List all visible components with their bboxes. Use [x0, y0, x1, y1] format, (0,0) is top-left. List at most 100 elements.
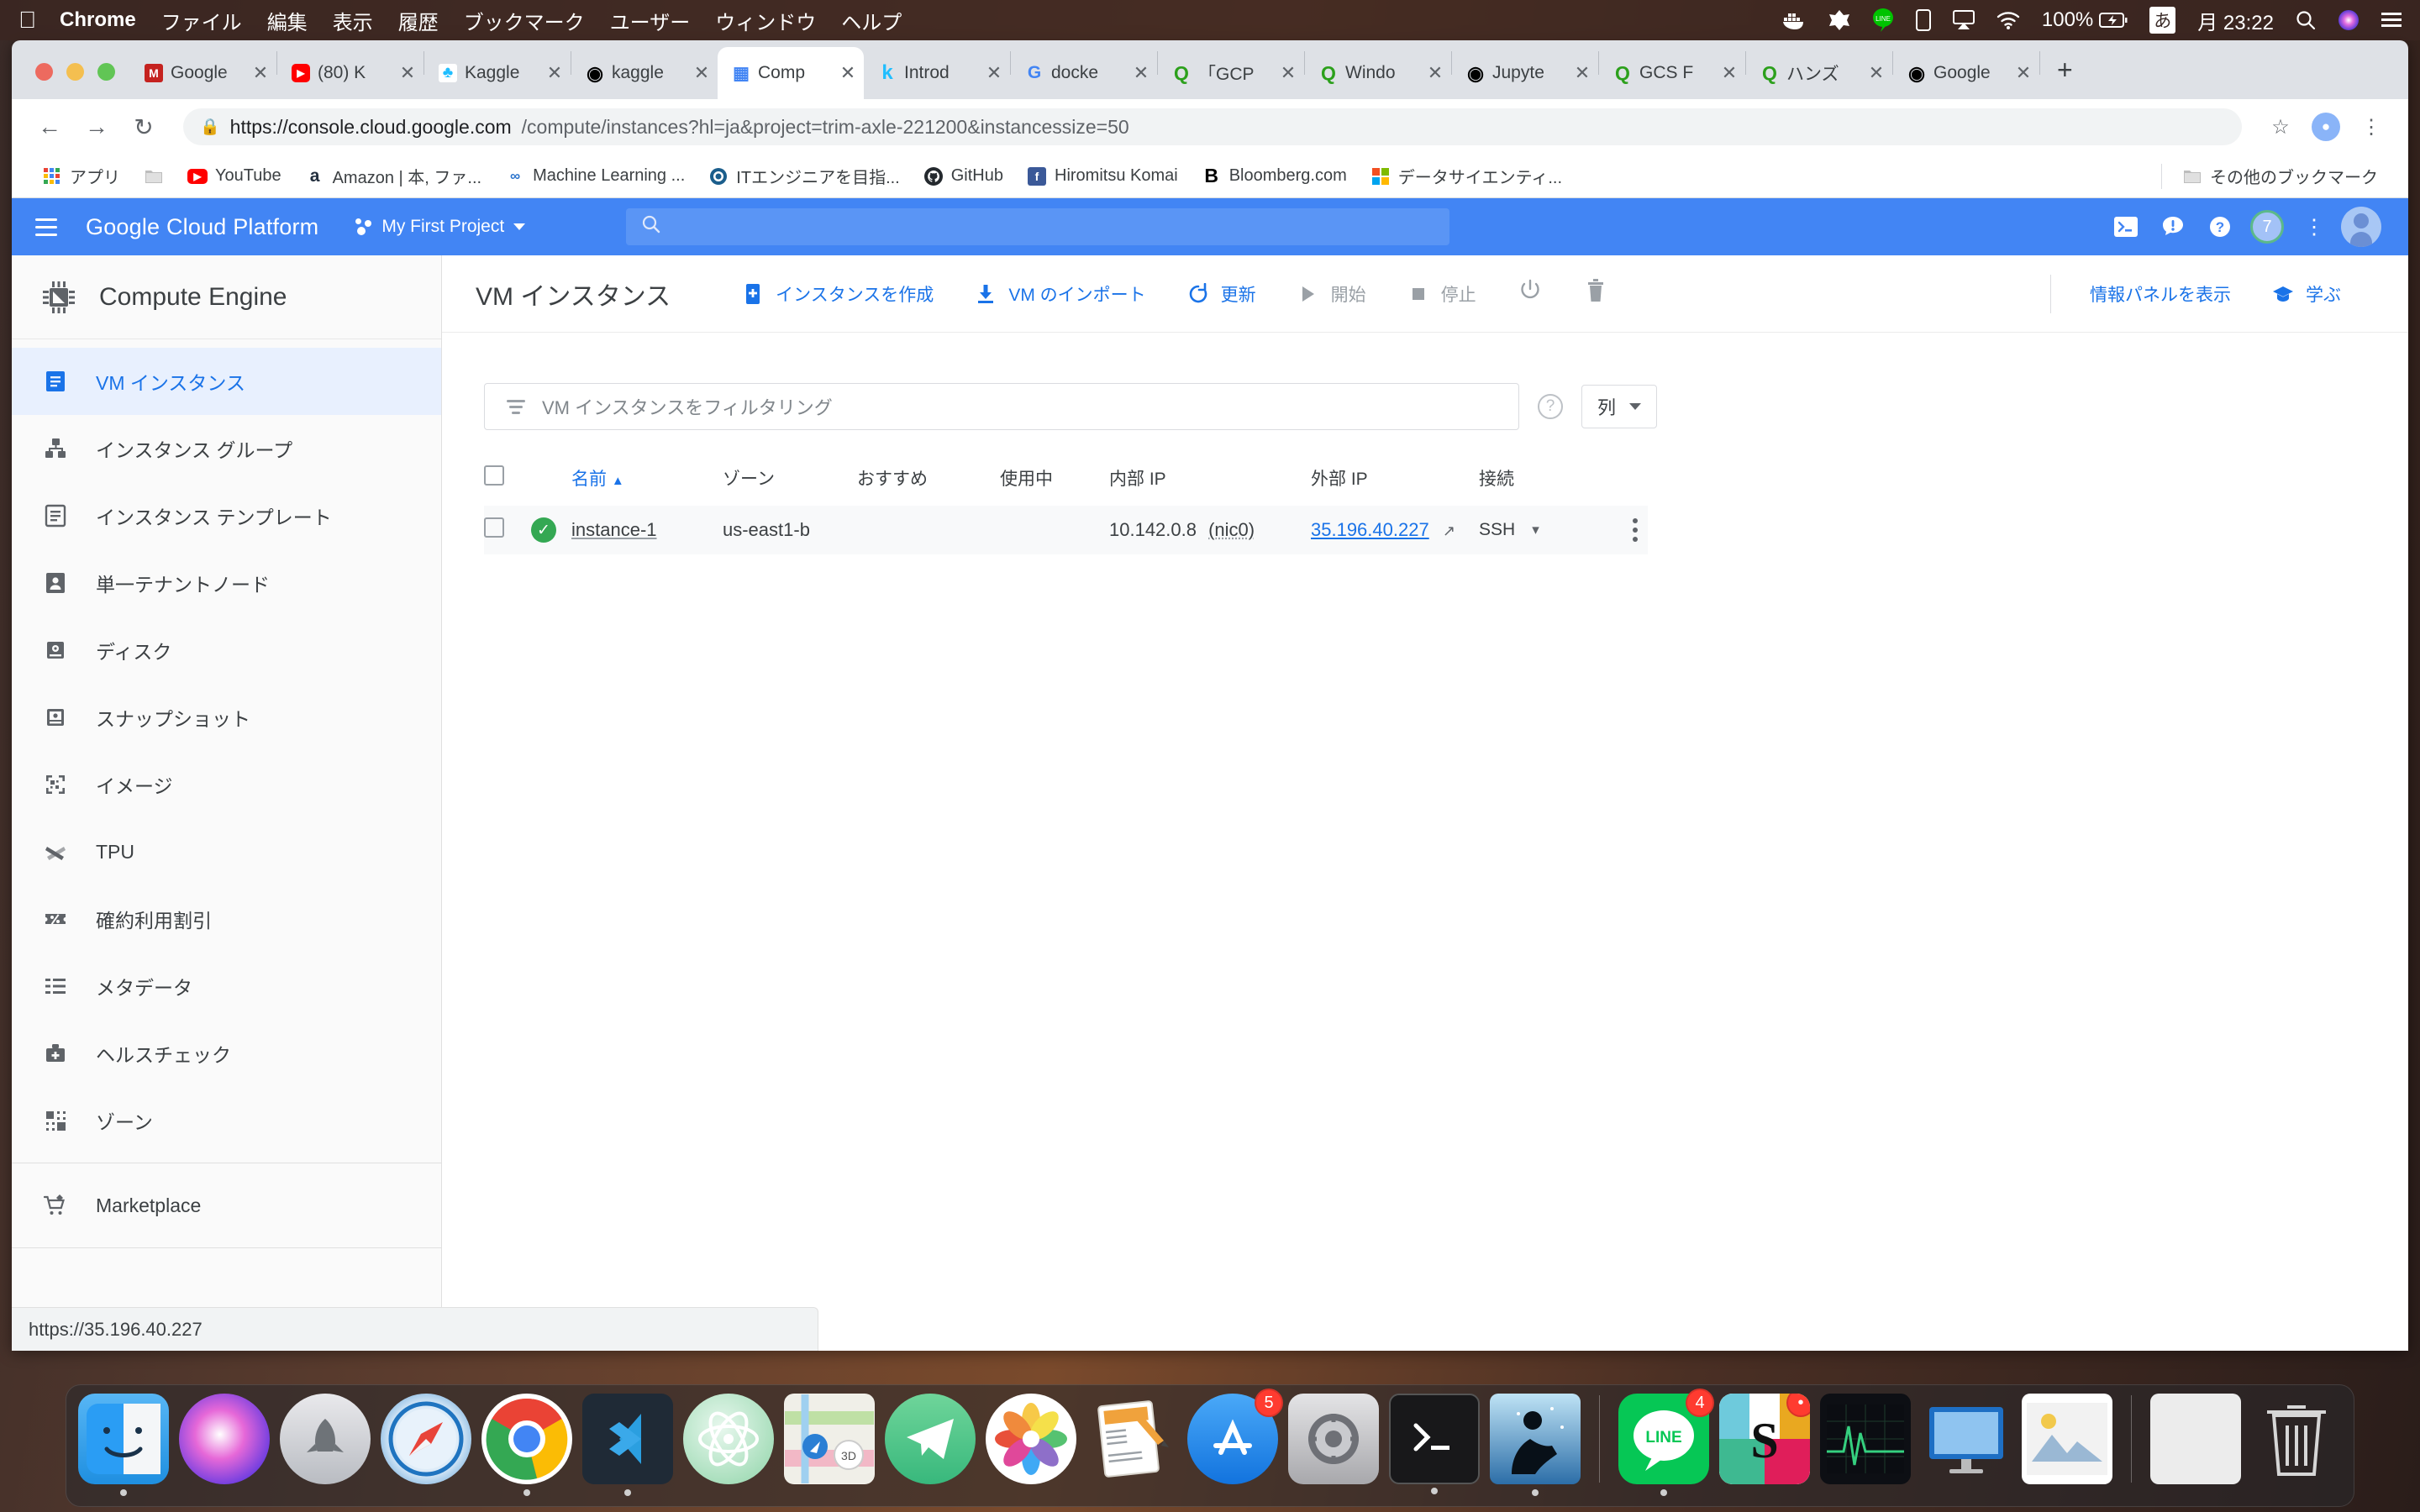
- browser-tab[interactable]: ◉ Jupyte ✕: [1452, 47, 1598, 99]
- back-arrow-icon[interactable]: ←: [30, 108, 69, 146]
- bookmark-machine-learning[interactable]: ∞ Machine Learning ...: [493, 160, 697, 193]
- tab-close-icon[interactable]: ✕: [839, 62, 857, 84]
- dock-item-kindle[interactable]: [1490, 1394, 1581, 1496]
- browser-tab[interactable]: ◉ Google ✕: [1893, 47, 2039, 99]
- dock-item-preview[interactable]: [2022, 1394, 2112, 1484]
- dock-item-photos[interactable]: [986, 1394, 1076, 1484]
- reload-icon[interactable]: ↻: [124, 108, 163, 146]
- bookmark-folder[interactable]: [132, 160, 176, 193]
- menu-item-bookmarks[interactable]: ブックマーク: [464, 6, 585, 35]
- browser-tab-active[interactable]: ▦ Comp ✕: [718, 47, 864, 99]
- dock-item-launchpad[interactable]: [280, 1394, 371, 1484]
- spotlight-search-icon[interactable]: [2296, 10, 2316, 30]
- bookmark-facebook[interactable]: f Hiromitsu Komai: [1015, 160, 1190, 193]
- minimize-window-button[interactable]: [66, 63, 84, 81]
- docker-icon[interactable]: [1782, 10, 1807, 30]
- sidebar-item-metadata[interactable]: メタデータ: [12, 953, 441, 1020]
- menu-item-help[interactable]: ヘルプ: [841, 6, 902, 35]
- internal-ip-nic[interactable]: (nic0): [1208, 519, 1255, 540]
- column-header-connect[interactable]: 接続: [1479, 465, 1622, 506]
- tab-close-icon[interactable]: ✕: [251, 62, 270, 84]
- tab-close-icon[interactable]: ✕: [1867, 62, 1886, 84]
- bookmark-bloomberg[interactable]: B Bloomberg.com: [1190, 160, 1359, 193]
- dock-item-slack[interactable]: S •: [1719, 1394, 1810, 1484]
- sidebar-item-snapshots[interactable]: スナップショット: [12, 684, 441, 751]
- menu-item-window[interactable]: ウィンドウ: [715, 6, 816, 35]
- other-bookmarks-button[interactable]: その他のブックマーク: [2170, 160, 2390, 193]
- stop-button[interactable]: 停止: [1386, 281, 1497, 307]
- notification-center-icon[interactable]: [2381, 12, 2402, 29]
- project-selector[interactable]: My First Project: [355, 217, 526, 237]
- input-method-indicator[interactable]: あ: [2149, 7, 2176, 34]
- help-icon[interactable]: ?: [2196, 203, 2244, 250]
- browser-tab[interactable]: G docke ✕: [1011, 47, 1157, 99]
- wifi-icon[interactable]: [1996, 11, 2020, 29]
- sidebar-item-marketplace[interactable]: Marketplace: [12, 1172, 441, 1239]
- table-row[interactable]: ✓ instance-1 us-east1-b 10.142.0.8 (nic0…: [484, 506, 1648, 554]
- reset-icon[interactable]: [1497, 278, 1564, 309]
- dock-item-terminal[interactable]: [1389, 1394, 1480, 1494]
- help-icon[interactable]: ?: [1538, 394, 1563, 419]
- apple-menu-icon[interactable]: : [18, 8, 36, 32]
- dock-item-system-preferences[interactable]: [1288, 1394, 1379, 1484]
- close-window-button[interactable]: [35, 63, 53, 81]
- phone-icon[interactable]: [1915, 9, 1931, 31]
- columns-button[interactable]: 列: [1581, 385, 1658, 428]
- tab-close-icon[interactable]: ✕: [545, 62, 564, 84]
- address-bar[interactable]: 🔒 https://console.cloud.google.com/compu…: [183, 108, 2242, 145]
- dock-item-pages[interactable]: [1086, 1394, 1177, 1484]
- dock-item-trash[interactable]: [2251, 1394, 2342, 1484]
- dock-item-telegram[interactable]: [885, 1394, 976, 1484]
- battery-status[interactable]: 100%: [2042, 8, 2128, 32]
- start-button[interactable]: 開始: [1276, 281, 1386, 307]
- dock-item-activity-monitor[interactable]: [1820, 1394, 1911, 1484]
- maximize-window-button[interactable]: [97, 63, 115, 81]
- column-header-name[interactable]: 名前 ▲: [571, 465, 723, 506]
- import-vm-button[interactable]: VM のインポート: [954, 281, 1165, 307]
- dock-item-siri[interactable]: [179, 1394, 270, 1484]
- column-header-recommendation[interactable]: おすすめ: [857, 465, 1000, 506]
- row-kebab-menu-icon[interactable]: [1622, 518, 1648, 542]
- user-avatar[interactable]: [2338, 203, 2385, 250]
- bookmark-youtube[interactable]: ▶ YouTube: [176, 160, 293, 193]
- dock-item-keynote[interactable]: [1921, 1394, 2012, 1484]
- hamburger-menu-icon[interactable]: [35, 218, 57, 236]
- menubar-clock[interactable]: 月 23:22: [2197, 6, 2274, 35]
- bookmark-amazon[interactable]: a Amazon | 本, ファ...: [293, 160, 493, 193]
- column-header-zone[interactable]: ゾーン: [723, 465, 857, 506]
- dock-item-maps[interactable]: 3D: [784, 1394, 875, 1484]
- dock-item-atom[interactable]: [683, 1394, 774, 1484]
- line-icon[interactable]: LINE: [1872, 8, 1894, 33]
- menu-item-view[interactable]: 表示: [333, 6, 373, 35]
- bookmark-github[interactable]: GitHub: [912, 160, 1015, 193]
- dock-item-finder[interactable]: [78, 1394, 169, 1496]
- trash-icon[interactable]: [1564, 278, 1628, 309]
- sidebar-item-instance-templates[interactable]: インスタンス テンプレート: [12, 482, 441, 549]
- bookmark-it-engineer[interactable]: ITエンジニアを目指...: [697, 160, 911, 193]
- browser-tab[interactable]: Q Windo ✕: [1305, 47, 1451, 99]
- tab-close-icon[interactable]: ✕: [1279, 62, 1297, 84]
- tab-close-icon[interactable]: ✕: [1426, 62, 1444, 84]
- browser-tab[interactable]: M Google ✕: [130, 47, 276, 99]
- tab-close-icon[interactable]: ✕: [398, 62, 417, 84]
- browser-tab[interactable]: Q ハンズ ✕: [1746, 47, 1892, 99]
- tab-close-icon[interactable]: ✕: [2014, 62, 2033, 84]
- menu-item-file[interactable]: ファイル: [161, 6, 242, 35]
- filter-input-wrapper[interactable]: VM インスタンスをフィルタリング: [484, 383, 1519, 430]
- dock-item-safari[interactable]: [381, 1394, 471, 1484]
- tab-close-icon[interactable]: ✕: [1132, 62, 1150, 84]
- create-instance-button[interactable]: インスタンスを作成: [721, 281, 954, 307]
- kebab-menu-icon[interactable]: ⋮: [2353, 108, 2390, 145]
- bookmark-apps[interactable]: アプリ: [30, 160, 132, 193]
- sidebar-item-instance-groups[interactable]: インスタンス グループ: [12, 415, 441, 482]
- dock-item-line[interactable]: LINE 4: [1618, 1389, 1714, 1496]
- ssh-button[interactable]: SSH ▾: [1479, 520, 1622, 540]
- external-ip-link[interactable]: 35.196.40.227: [1311, 519, 1429, 540]
- bookmark-data-scientist[interactable]: データサイエンティ...: [1359, 160, 1574, 193]
- star-icon[interactable]: ☆: [2262, 108, 2299, 145]
- sidebar-item-disks[interactable]: ディスク: [12, 617, 441, 684]
- column-header-external-ip[interactable]: 外部 IP: [1311, 465, 1479, 506]
- browser-tab[interactable]: ♣ Kaggle ✕: [424, 47, 571, 99]
- alfred-icon[interactable]: [1828, 9, 1850, 31]
- browser-tab[interactable]: k Introd ✕: [864, 47, 1010, 99]
